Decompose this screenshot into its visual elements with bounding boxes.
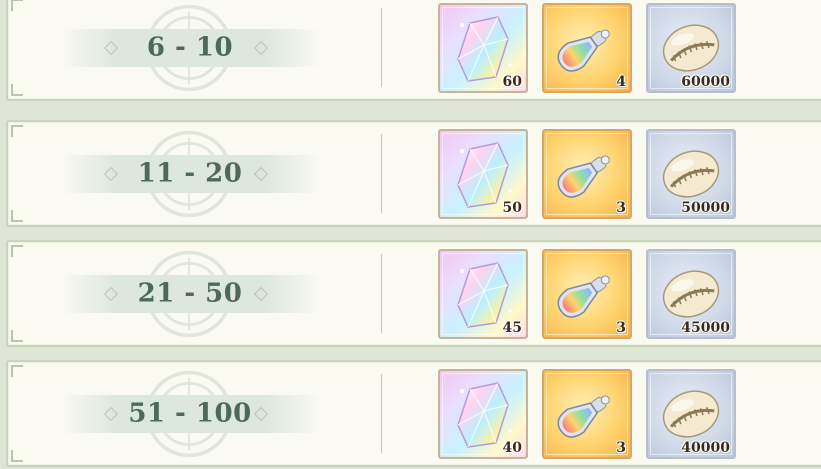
reward-quantity: 45: [502, 319, 522, 336]
crystal-reward-slot[interactable]: 60: [438, 2, 528, 93]
reward-tier-row: 51 - 100 40 3 40000: [6, 360, 821, 467]
divider: [381, 374, 382, 453]
reward-quantity: 40000: [681, 439, 730, 456]
rank-range-label: 6 - 10: [146, 31, 234, 62]
corner-ornament-icon: [11, 125, 23, 137]
crystal-reward-slot[interactable]: 45: [438, 248, 528, 339]
reward-quantity: 40: [502, 439, 522, 456]
reward-tier-row: 21 - 50 45 3 45000: [6, 240, 821, 347]
crystal-reward-slot[interactable]: 50: [438, 128, 528, 219]
reward-quantity: 45000: [681, 319, 730, 336]
divider: [381, 134, 382, 213]
reward-quantity: 3: [616, 439, 626, 456]
rank-range-label: 51 - 100: [128, 397, 252, 428]
rank-range-banner: 51 - 100: [60, 394, 320, 433]
corner-ornament-icon: [11, 0, 23, 11]
reward-quantity: 4: [616, 73, 626, 90]
crystal-reward-slot[interactable]: 40: [438, 368, 528, 459]
corner-ornament-icon: [11, 450, 23, 462]
rank-range-label: 11 - 20: [137, 157, 243, 188]
shell-reward-slot[interactable]: 40000: [646, 368, 736, 459]
corner-ornament-icon: [11, 330, 23, 342]
potion-reward-slot[interactable]: 3: [542, 368, 632, 459]
reward-tier-row: 6 - 10 60 4 60000: [6, 0, 821, 101]
shell-reward-slot[interactable]: 60000: [646, 2, 736, 93]
shell-reward-slot[interactable]: 50000: [646, 128, 736, 219]
reward-tier-list: 6 - 10 60 4 60000 11 - 20 50 3 50000 21 …: [0, 0, 821, 469]
potion-reward-slot[interactable]: 3: [542, 128, 632, 219]
shell-reward-slot[interactable]: 45000: [646, 248, 736, 339]
divider: [381, 254, 382, 333]
corner-ornament-icon: [11, 365, 23, 377]
reward-quantity: 60000: [681, 73, 730, 90]
reward-tier-row: 11 - 20 50 3 50000: [6, 120, 821, 227]
reward-quantity: 60: [502, 73, 522, 90]
potion-reward-slot[interactable]: 4: [542, 2, 632, 93]
rank-range-banner: 21 - 50: [60, 274, 320, 313]
corner-ornament-icon: [11, 84, 23, 96]
reward-quantity: 50000: [681, 199, 730, 216]
corner-ornament-icon: [11, 210, 23, 222]
corner-ornament-icon: [11, 245, 23, 257]
reward-quantity: 50: [502, 199, 522, 216]
divider: [381, 8, 382, 87]
rank-range-banner: 11 - 20: [60, 154, 320, 193]
rank-range-banner: 6 - 10: [60, 28, 320, 67]
potion-reward-slot[interactable]: 3: [542, 248, 632, 339]
reward-quantity: 3: [616, 199, 626, 216]
rank-range-label: 21 - 50: [137, 277, 243, 308]
reward-quantity: 3: [616, 319, 626, 336]
